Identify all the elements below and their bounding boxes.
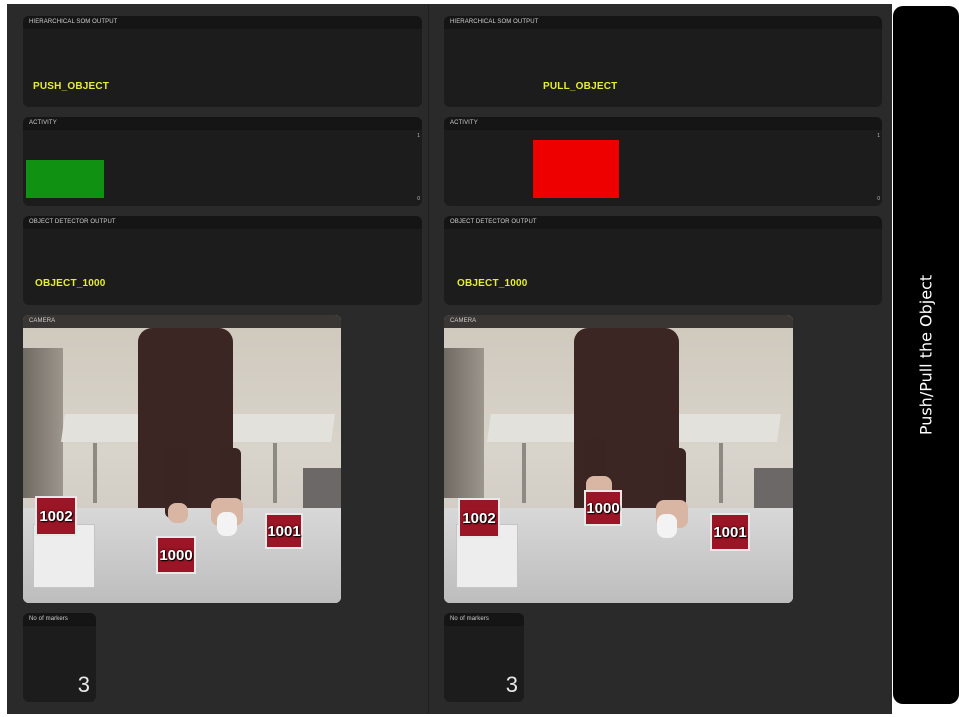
marker-label: 1000 bbox=[586, 499, 620, 517]
marker-label: 1001 bbox=[713, 523, 747, 541]
right-activity-panel: ACTIVITY 1 0 bbox=[444, 117, 882, 206]
marker-1002: 1002 bbox=[458, 498, 500, 538]
right-som-panel: HIERARCHICAL SOM OUTPUT PULL_OBJECT bbox=[444, 16, 882, 107]
marker-label: 1002 bbox=[462, 509, 496, 527]
side-title: Push/Pull the Object bbox=[916, 274, 936, 436]
panel-header: HIERARCHICAL SOM OUTPUT bbox=[23, 16, 422, 29]
panel-header: HIERARCHICAL SOM OUTPUT bbox=[444, 16, 882, 29]
marker-label: 1000 bbox=[159, 546, 193, 564]
marker-label: 1001 bbox=[267, 522, 301, 540]
camera-table-leg bbox=[93, 443, 97, 503]
panel-header: No of markers bbox=[444, 613, 524, 626]
detector-output-label: OBJECT_1000 bbox=[457, 278, 528, 289]
right-markers-panel: No of markers 3 bbox=[444, 613, 524, 702]
camera-feed: 1002 1000 1001 bbox=[444, 328, 793, 603]
som-output-label: PUSH_OBJECT bbox=[33, 81, 110, 92]
marker-1000: 1000 bbox=[156, 536, 196, 574]
panel-header: CAMERA bbox=[23, 315, 341, 328]
activity-bar bbox=[533, 140, 619, 198]
camera-mouse bbox=[217, 512, 237, 536]
panel-header: ACTIVITY bbox=[23, 117, 422, 130]
right-camera-panel: CAMERA 1002 1000 1001 bbox=[444, 315, 793, 603]
marker-count: 3 bbox=[77, 672, 90, 697]
marker-label: 1002 bbox=[39, 507, 73, 525]
som-output-label: PULL_OBJECT bbox=[543, 81, 618, 92]
left-camera-panel: CAMERA 1002 1000 1001 bbox=[23, 315, 341, 603]
camera-mouse bbox=[657, 514, 677, 538]
camera-table-leg bbox=[273, 443, 277, 503]
left-detector-panel: OBJECT DETECTOR OUTPUT OBJECT_1000 bbox=[23, 216, 422, 305]
camera-table-leg bbox=[522, 443, 526, 503]
detector-output-label: OBJECT_1000 bbox=[35, 278, 106, 289]
activity-scale-max: 1 bbox=[417, 133, 420, 139]
panel-header: ACTIVITY bbox=[444, 117, 882, 130]
marker-count: 3 bbox=[505, 672, 518, 697]
camera-shadow bbox=[23, 348, 63, 498]
marker-1000: 1000 bbox=[584, 490, 622, 526]
marker-1002: 1002 bbox=[35, 496, 77, 536]
camera-feed: 1002 1000 1001 bbox=[23, 328, 341, 603]
activity-scale-min: 0 bbox=[877, 196, 880, 202]
panel-header: CAMERA bbox=[444, 315, 793, 328]
panel-header: OBJECT DETECTOR OUTPUT bbox=[444, 216, 882, 229]
camera-shadow bbox=[444, 348, 484, 498]
left-som-panel: HIERARCHICAL SOM OUTPUT PUSH_OBJECT bbox=[23, 16, 422, 107]
panel-header: No of markers bbox=[23, 613, 96, 626]
activity-scale-min: 0 bbox=[417, 196, 420, 202]
left-markers-panel: No of markers 3 bbox=[23, 613, 96, 702]
left-activity-panel: ACTIVITY 1 0 bbox=[23, 117, 422, 206]
activity-scale-max: 1 bbox=[877, 133, 880, 139]
right-detector-panel: OBJECT DETECTOR OUTPUT OBJECT_1000 bbox=[444, 216, 882, 305]
panel-header: OBJECT DETECTOR OUTPUT bbox=[23, 216, 422, 229]
side-title-panel: Push/Pull the Object bbox=[893, 6, 959, 704]
camera-hand bbox=[168, 503, 188, 523]
activity-bar bbox=[26, 160, 104, 198]
marker-1001: 1001 bbox=[265, 513, 303, 549]
column-divider bbox=[428, 4, 429, 714]
marker-1001: 1001 bbox=[710, 513, 750, 551]
camera-table-leg bbox=[719, 443, 723, 503]
